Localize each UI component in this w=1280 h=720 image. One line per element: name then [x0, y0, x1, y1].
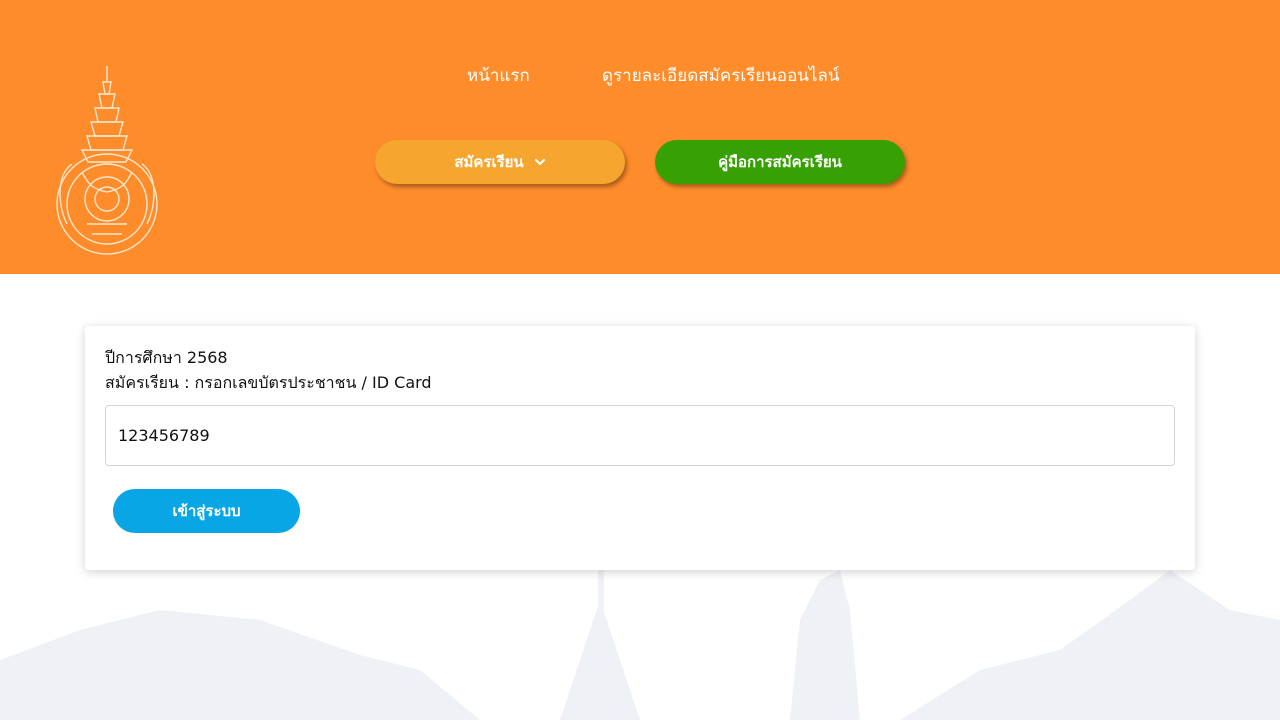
- manual-button-label: คู่มือการสมัครเรียน: [718, 153, 842, 171]
- id-card-prompt: สมัครเรียน : กรอกเลขบัตรประชาชน / ID Car…: [105, 373, 432, 392]
- background-illustration: [0, 560, 1280, 720]
- login-button[interactable]: เข้าสู่ระบบ: [113, 489, 300, 533]
- register-button-label: สมัครเรียน: [454, 153, 524, 171]
- nav-link-home[interactable]: หน้าแรก: [467, 62, 530, 89]
- university-emblem-logo: [56, 66, 158, 255]
- nav-link-registration-details[interactable]: ดูรายละเอียดสมัครเรียนออนไลน์: [602, 62, 840, 89]
- academic-year-label: ปีการศึกษา 2568: [105, 348, 228, 367]
- header-banner: หน้าแรก ดูรายละเอียดสมัครเรียนออนไลน์ สม…: [0, 0, 1280, 274]
- id-card-input[interactable]: [105, 405, 1175, 466]
- login-card: ปีการศึกษา 2568 สมัครเรียน : กรอกเลขบัตร…: [85, 326, 1195, 570]
- register-dropdown-button[interactable]: สมัครเรียน: [375, 140, 625, 184]
- registration-manual-button[interactable]: คู่มือการสมัครเรียน: [655, 140, 905, 184]
- chevron-down-icon: [534, 159, 545, 165]
